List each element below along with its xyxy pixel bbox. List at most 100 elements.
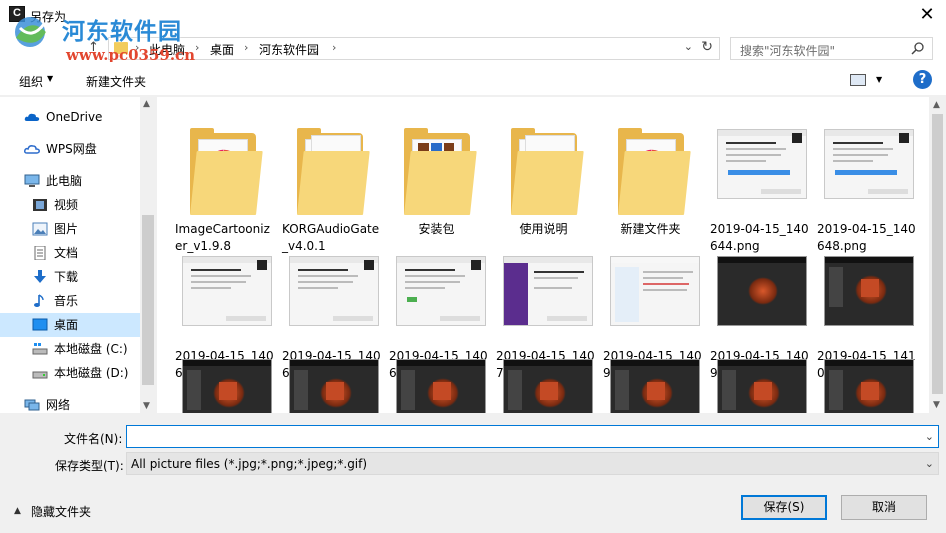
nav-item-drive-c[interactable]: 本地磁盘 (C:): [0, 337, 140, 361]
help-icon[interactable]: ?: [913, 70, 932, 89]
nav-scrollbar[interactable]: ▲ ▼: [140, 97, 156, 413]
filetype-dropdown-icon[interactable]: ⌄: [925, 457, 934, 470]
image-thumbnail: [182, 242, 272, 346]
filetype-select[interactable]: All picture files (*.jpg;*.png;*.jpeg;*.…: [126, 452, 939, 475]
address-bar[interactable]: › 此电脑 › 桌面 › 河东软件园 › ⌄ ↻: [108, 37, 720, 60]
folder-icon: [114, 42, 128, 54]
image-thumbnail: [396, 359, 486, 413]
command-toolbar: 组织 ▼ 新建文件夹 ▼ ?: [0, 62, 946, 96]
app-icon: C: [9, 6, 25, 22]
folder-icon: [610, 115, 691, 219]
image-thumbnail: [824, 242, 914, 346]
up-arrow-icon[interactable]: ↑: [88, 40, 99, 55]
filename-dropdown-icon[interactable]: ⌄: [925, 430, 934, 443]
computer-icon: [24, 174, 40, 187]
file-item[interactable]: 2019-04-15_140657.png: [383, 242, 488, 380]
new-folder-button[interactable]: 新建文件夹: [86, 73, 146, 90]
close-button[interactable]: ✕: [916, 4, 938, 26]
image-thumbnail: [503, 242, 593, 346]
file-item[interactable]: 2019-04-15_140909.png: [597, 242, 702, 380]
hide-folders-toggle[interactable]: 隐藏文件夹: [31, 503, 91, 520]
nav-item-wps-cloud[interactable]: WPS网盘: [0, 137, 140, 161]
title-bar: C 另存为 ✕: [0, 0, 946, 34]
scroll-thumb[interactable]: [142, 215, 154, 385]
cancel-button[interactable]: 取消: [841, 495, 927, 520]
file-item[interactable]: [276, 359, 379, 413]
network-icon: [24, 399, 40, 411]
scroll-down-icon[interactable]: ▼: [933, 400, 940, 410]
folder-icon: [289, 115, 370, 219]
file-item[interactable]: 2019-04-15_140706.png: [490, 242, 595, 380]
breadcrumb-this-pc[interactable]: 此电脑: [149, 41, 185, 58]
save-button[interactable]: 保存(S): [741, 495, 827, 520]
system-drive-icon: [32, 343, 48, 355]
organize-caret-icon[interactable]: ▼: [47, 74, 53, 83]
scroll-thumb[interactable]: [932, 114, 943, 394]
view-caret-icon[interactable]: ▼: [876, 75, 882, 84]
image-thumbnail: [717, 359, 807, 413]
search-placeholder: 搜索"河东软件园": [740, 44, 836, 58]
nav-item-downloads[interactable]: 下载: [0, 265, 140, 289]
nav-item-documents[interactable]: 文档: [0, 241, 140, 265]
scroll-up-icon[interactable]: ▲: [933, 100, 940, 110]
save-options-panel: 文件名(N): ⌄ 保存类型(T): All picture files (*.…: [0, 413, 946, 533]
filename-input[interactable]: ⌄: [126, 425, 939, 448]
file-item[interactable]: [811, 359, 914, 413]
folder-item[interactable]: 新建文件夹: [597, 115, 697, 236]
file-item[interactable]: 2019-04-15_140654.png: [276, 242, 381, 380]
image-thumbnail: [610, 359, 700, 413]
address-dropdown-icon[interactable]: ⌄: [684, 40, 693, 53]
file-item[interactable]: 2019-04-15_140648.png: [811, 115, 916, 253]
file-item[interactable]: [490, 359, 593, 413]
pictures-icon: [32, 222, 48, 236]
file-item[interactable]: [169, 359, 272, 413]
content-scrollbar[interactable]: ▲ ▼: [929, 97, 946, 413]
documents-icon: [34, 246, 46, 260]
file-item[interactable]: 2019-04-15_140644.png: [704, 115, 809, 253]
collapse-caret-icon[interactable]: ▲: [14, 506, 21, 516]
folder-item[interactable]: 安装包: [383, 115, 483, 236]
file-item[interactable]: 2019-04-15_140651.png: [169, 242, 274, 380]
nav-item-pictures[interactable]: 图片: [0, 217, 140, 241]
folder-item[interactable]: 使用说明: [490, 115, 590, 236]
image-thumbnail: [717, 242, 807, 346]
search-icon[interactable]: [911, 41, 925, 55]
breadcrumb-separator: ›: [135, 41, 140, 54]
nav-item-videos[interactable]: 视频: [0, 193, 140, 217]
file-item[interactable]: [704, 359, 807, 413]
nav-item-onedrive[interactable]: OneDrive: [0, 105, 140, 129]
file-name: 新建文件夹: [620, 222, 681, 236]
drive-icon: [32, 371, 48, 379]
nav-item-music[interactable]: 音乐: [0, 289, 140, 313]
nav-item-desktop[interactable]: 桌面: [0, 313, 140, 337]
scroll-down-icon[interactable]: ▼: [143, 401, 150, 411]
view-options-icon[interactable]: [850, 74, 866, 86]
image-thumbnail: [824, 359, 914, 413]
breadcrumb-separator: ›: [244, 41, 249, 54]
image-thumbnail: [289, 242, 379, 346]
nav-item-this-pc[interactable]: 此电脑: [0, 169, 140, 193]
organize-button[interactable]: 组织: [19, 73, 43, 90]
navigation-bar: ↑ › 此电脑 › 桌面 › 河东软件园 › ⌄ ↻ 搜索"河东软件园": [0, 34, 946, 62]
breadcrumb-current-folder[interactable]: 河东软件园: [259, 41, 319, 58]
search-box[interactable]: 搜索"河东软件园": [730, 37, 933, 60]
breadcrumb-desktop[interactable]: 桌面: [210, 41, 234, 58]
file-item[interactable]: 2019-04-15_140950.png: [704, 242, 809, 380]
file-name: 使用说明: [519, 222, 568, 236]
folder-icon: [503, 115, 584, 219]
window-title: 另存为: [30, 10, 67, 24]
navigation-pane: OneDrive WPS网盘 此电脑 视频 图片 文档 下载 音乐 桌面 本地磁…: [0, 97, 156, 413]
filetype-value: All picture files (*.jpg;*.png;*.jpeg;*.…: [131, 457, 368, 471]
file-item[interactable]: 2019-04-15_141012.png: [811, 242, 916, 380]
nav-item-drive-d[interactable]: 本地磁盘 (D:): [0, 361, 140, 385]
desktop-icon: [32, 318, 48, 331]
folder-item[interactable]: KORGAudioGate_v4.0.1: [276, 115, 379, 253]
folder-item[interactable]: ImageCartoonizer_v1.9.8: [169, 115, 270, 253]
file-item[interactable]: [383, 359, 486, 413]
file-name: 安装包: [418, 222, 455, 236]
image-thumbnail: [289, 359, 379, 413]
refresh-icon[interactable]: ↻: [701, 39, 713, 55]
scroll-up-icon[interactable]: ▲: [143, 99, 150, 109]
image-thumbnail: [503, 359, 593, 413]
file-item[interactable]: [597, 359, 700, 413]
